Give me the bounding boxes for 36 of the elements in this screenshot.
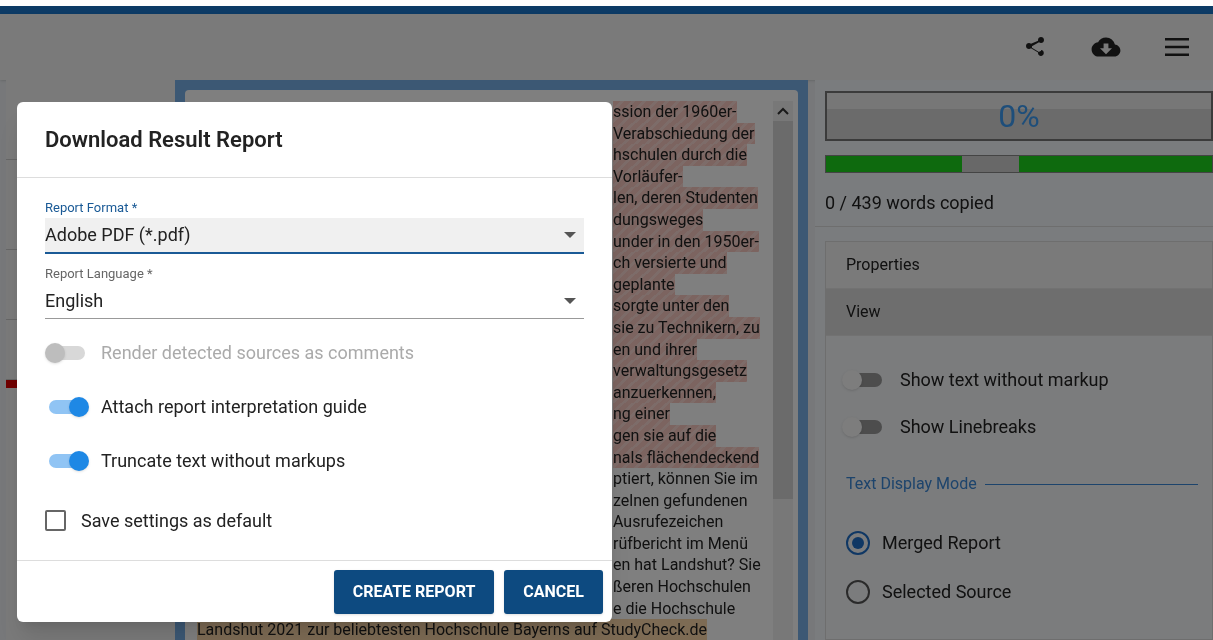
select-field[interactable]: English: [45, 283, 584, 319]
section-legend: Text Display Mode: [846, 472, 977, 496]
toggle-label: Render detected sources as comments: [101, 341, 415, 365]
option-label: Show Linebreaks: [900, 415, 1037, 439]
dropdown-caret-icon: [564, 297, 576, 304]
radio-button[interactable]: [846, 579, 870, 604]
scrollbar[interactable]: [773, 101, 793, 640]
menu-icon[interactable]: [1165, 38, 1189, 56]
toggle-label: Truncate text without markups: [101, 449, 346, 473]
text-line: ptiert, können Sie im: [613, 468, 758, 490]
scroll-up-icon[interactable]: [777, 107, 789, 115]
share-icon[interactable]: [1023, 35, 1047, 59]
text-line: ßeren Hochschulen: [613, 576, 751, 598]
checkbox[interactable]: [45, 510, 66, 531]
cancel-button[interactable]: CANCEL: [504, 569, 603, 614]
field-label: Report Format *: [45, 199, 139, 217]
text-line: en hat Landshut? Sie: [613, 554, 761, 577]
dialog-title: Download Result Report: [45, 126, 283, 154]
create-report-button[interactable]: CREATE REPORT: [333, 569, 495, 614]
words-copied-text: 0 / 439 words copied: [825, 191, 995, 215]
option-label: Merged Report: [882, 531, 1001, 555]
text-line: Ausrufezeichen: [613, 511, 724, 533]
select-field[interactable]: Adobe PDF (*.pdf): [45, 217, 584, 254]
cloud-download-icon[interactable]: [1091, 35, 1121, 59]
text-line: e die Hochschule: [613, 597, 736, 620]
dropdown-caret-icon: [564, 231, 576, 238]
text-line: rüfbericht im Menü: [613, 532, 748, 555]
text-line: zelnen gefundenen: [613, 489, 748, 512]
option-label: Selected Source: [882, 580, 1012, 604]
option-label: Show text without markup: [900, 368, 1109, 392]
toggle-label: Attach report interpretation guide: [101, 395, 367, 419]
field-label: Report Language *: [45, 264, 154, 283]
percentage-value: 0%: [998, 96, 1040, 137]
checkbox-label: Save settings as default: [81, 509, 273, 533]
radio-button[interactable]: [846, 530, 870, 555]
section-tab[interactable]: View: [826, 289, 1212, 336]
